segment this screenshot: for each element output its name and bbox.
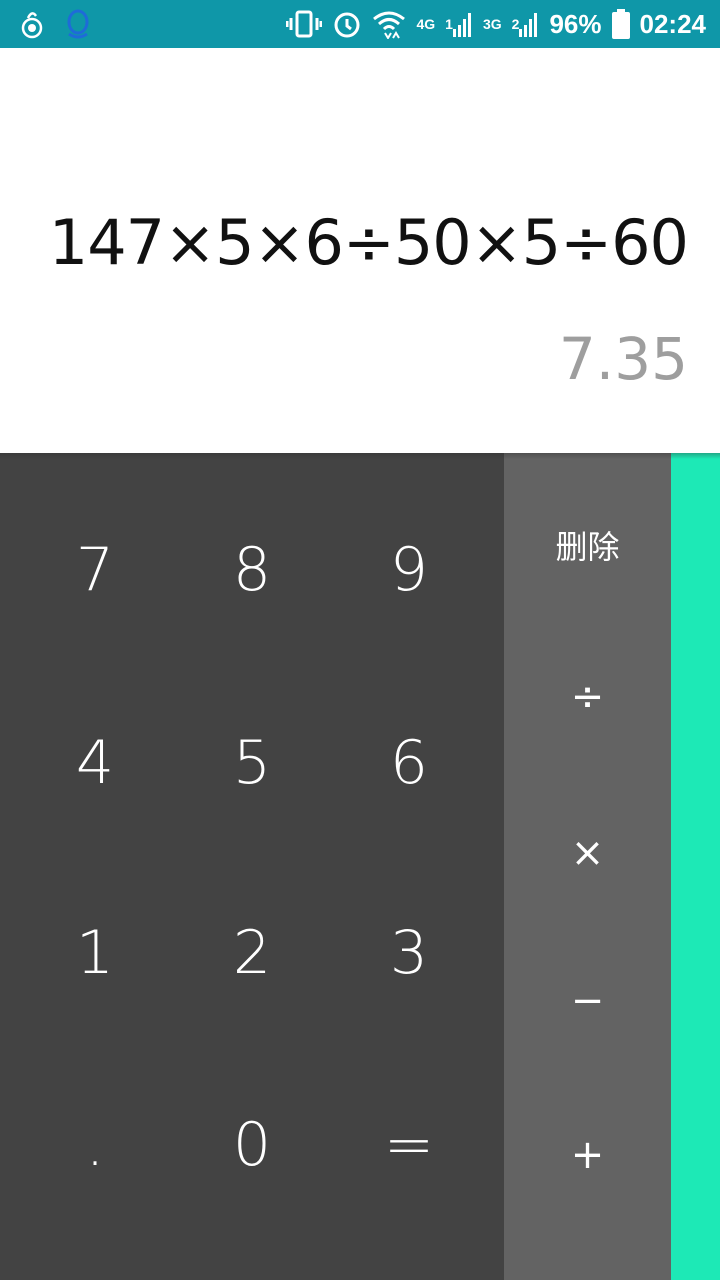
network-3g-label: 3G	[482, 16, 502, 32]
equals-button[interactable]: =	[330, 1070, 488, 1220]
digit-7-button[interactable]: 7	[16, 495, 174, 645]
multiply-button[interactable]: ×	[504, 793, 671, 913]
add-button[interactable]: +	[504, 1095, 671, 1215]
status-bar: 4G 1 3G 2 96% 02:24	[0, 0, 720, 48]
alarm-icon	[332, 9, 362, 39]
digit-9-button[interactable]: 9	[330, 495, 488, 645]
signal-strength-icon-2: 2	[512, 11, 540, 37]
delete-button[interactable]: 删除	[504, 485, 671, 605]
signal-strength-icon-1: 1	[445, 11, 473, 37]
keypad-shadow	[0, 453, 720, 459]
network-4g-label: 4G	[416, 16, 436, 32]
digit-8-button[interactable]: 8	[173, 495, 331, 645]
sim-2-label: 2	[511, 16, 520, 32]
digit-3-button[interactable]: 3	[330, 878, 488, 1028]
digit-1-button[interactable]: 1	[16, 878, 174, 1028]
vibrate-icon	[286, 10, 323, 38]
digit-4-button[interactable]: 4	[16, 688, 174, 838]
qq-icon	[64, 8, 92, 40]
digit-5-button[interactable]: 5	[173, 688, 331, 838]
operator-pad: 删除 ÷ × − +	[504, 453, 671, 1280]
clock-time: 02:24	[639, 8, 707, 39]
battery-percent: 96%	[549, 8, 602, 39]
divide-button[interactable]: ÷	[504, 637, 671, 757]
advanced-panel-handle[interactable]	[671, 453, 720, 1280]
app-notification-icon	[18, 8, 46, 40]
sim-1-label: 1	[445, 16, 453, 32]
wifi-icon	[372, 9, 406, 39]
digit-2-button[interactable]: 2	[173, 878, 331, 1028]
subtract-button[interactable]: −	[504, 941, 671, 1061]
calculator-display: 147×5×6÷50×5÷60 7.35	[0, 48, 720, 453]
battery-icon	[611, 9, 630, 39]
decimal-point-button[interactable]: .	[16, 1070, 174, 1220]
formula-field[interactable]: 147×5×6÷50×5÷60	[49, 208, 689, 278]
digit-0-button[interactable]: 0	[173, 1070, 331, 1220]
result-field: 7.35	[558, 325, 688, 393]
numeric-pad: 7 8 9 4 5 6 1 2 3 . 0 =	[0, 453, 504, 1280]
digit-6-button[interactable]: 6	[330, 688, 488, 838]
